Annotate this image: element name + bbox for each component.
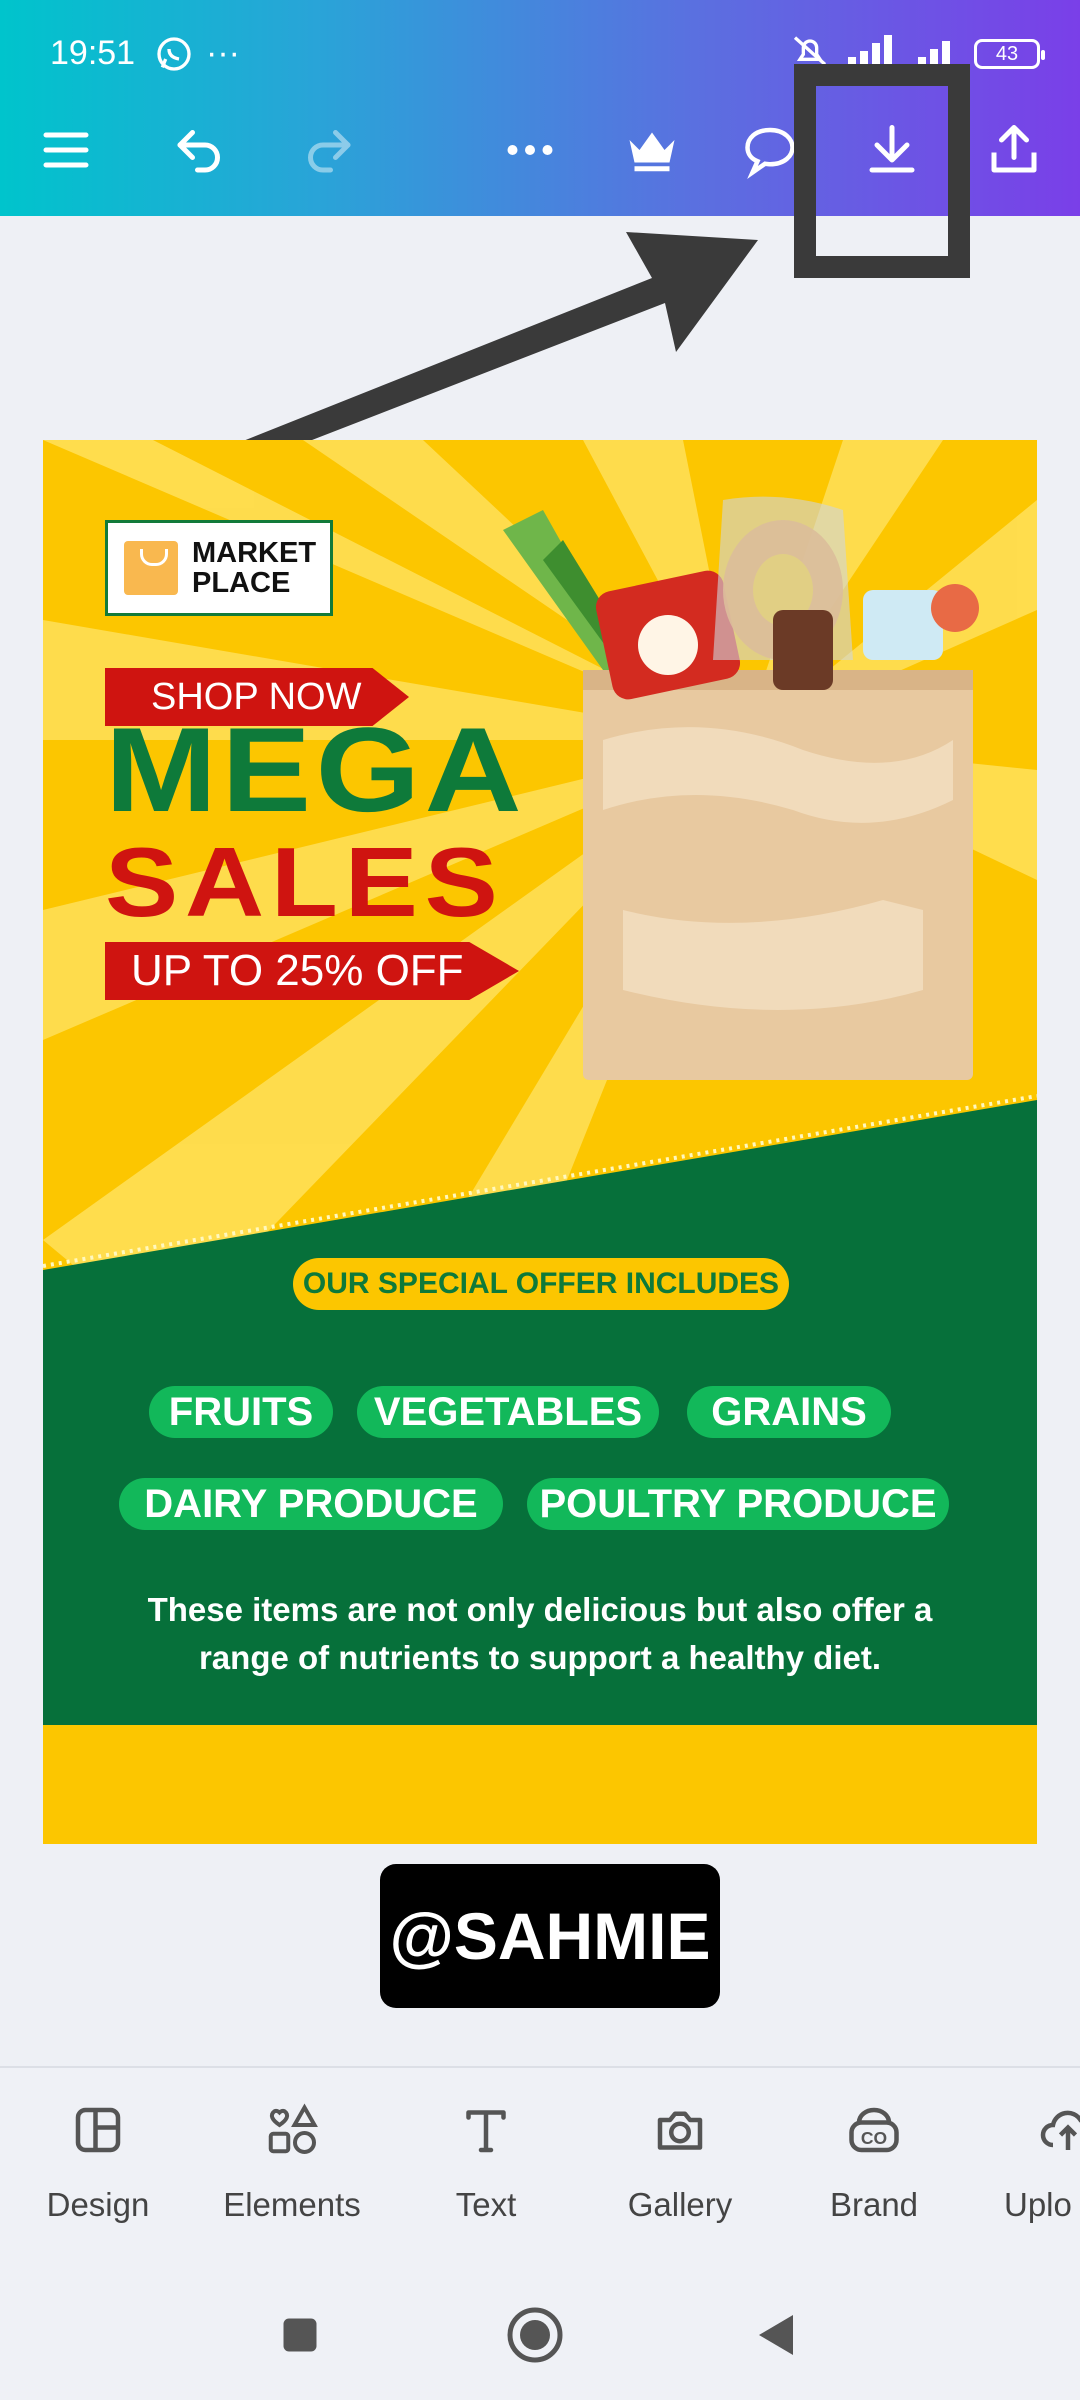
undo-icon: [177, 130, 220, 173]
tool-label-gallery: Gallery: [627, 2186, 733, 2223]
share-icon: [991, 125, 1037, 173]
tool-label-brand: Brand: [829, 2186, 919, 2223]
text-icon: [466, 2110, 506, 2153]
chip-vegetables: VEGETABLES: [357, 1386, 659, 1438]
home-nav-button[interactable]: [500, 2300, 570, 2370]
tool-text[interactable]: Text: [396, 2100, 576, 2224]
poster-description: These items are not only delicious but a…: [147, 1591, 933, 1676]
design-icon: [75, 2107, 121, 2153]
poster-footer-strip: [43, 1725, 1037, 1844]
market-place-logo: MARKET PLACE: [105, 520, 333, 616]
elements-icon: [268, 2103, 318, 2154]
tool-gallery[interactable]: Gallery: [590, 2100, 770, 2224]
chip-fruits: FRUITS: [149, 1386, 333, 1438]
chip-poultry-produce: POULTRY PRODUCE: [527, 1478, 949, 1530]
svg-text:CO: CO: [861, 2128, 887, 2148]
tool-elements[interactable]: Elements: [202, 2100, 382, 2224]
tool-label-design: Design: [46, 2186, 150, 2223]
notification-more-icon: ···: [206, 34, 240, 72]
back-triangle-icon: [759, 2315, 793, 2355]
status-time: 19:51: [50, 34, 136, 72]
offer-header-pill: OUR SPECIAL OFFER INCLUDES: [293, 1258, 789, 1310]
logo-line-2: PLACE: [192, 567, 291, 599]
more-button[interactable]: [490, 110, 570, 190]
tool-uploads[interactable]: Uplo: [978, 2100, 1080, 2224]
tool-brand[interactable]: CO Brand: [784, 2100, 964, 2224]
comment-icon: [745, 127, 795, 179]
more-icon: [507, 145, 553, 155]
tool-design[interactable]: Design: [8, 2100, 188, 2224]
recents-nav-button[interactable]: [265, 2300, 335, 2370]
design-canvas-poster[interactable]: MARKET PLACE SHOP NOW MEGA SALES UP TO 2…: [43, 440, 1037, 1844]
camera-icon: [657, 2111, 703, 2150]
battery-icon: 43: [974, 39, 1045, 69]
watermark-label: @SAHMIE: [380, 1864, 720, 2008]
logo-line-1: MARKET: [192, 537, 317, 569]
tool-label-elements: Elements: [223, 2186, 361, 2223]
menu-button[interactable]: [26, 110, 106, 190]
annotation-highlight-box: [794, 64, 970, 278]
app-screen: 19:51 ··· 43 MARKET PLACE SHOP NOW MEGA …: [0, 0, 1080, 2400]
discount-ribbon: UP TO 25% OFF: [105, 942, 519, 1000]
tool-label-uploads: Uplo: [1004, 2186, 1072, 2223]
menu-icon: [43, 132, 89, 168]
mega-heading: MEGA: [105, 703, 527, 837]
whatsapp-icon: [154, 34, 194, 79]
sales-heading: SALES: [105, 827, 505, 937]
crown-icon: [629, 132, 675, 172]
share-button[interactable]: [974, 110, 1054, 190]
home-circle-icon: [507, 2307, 563, 2363]
redo-icon: [308, 130, 351, 173]
upload-icon: [1040, 2110, 1080, 2150]
square-icon: [283, 2318, 317, 2352]
pro-button[interactable]: [612, 110, 692, 190]
chip-dairy-produce: DAIRY PRODUCE: [119, 1478, 503, 1530]
chip-grains: GRAINS: [687, 1386, 891, 1438]
redo-button[interactable]: [288, 110, 368, 190]
undo-button[interactable]: [160, 110, 240, 190]
tool-label-text: Text: [455, 2186, 517, 2223]
brand-icon: CO: [849, 2107, 899, 2153]
shopping-bag-icon: [124, 541, 178, 595]
back-nav-button[interactable]: [740, 2300, 810, 2370]
